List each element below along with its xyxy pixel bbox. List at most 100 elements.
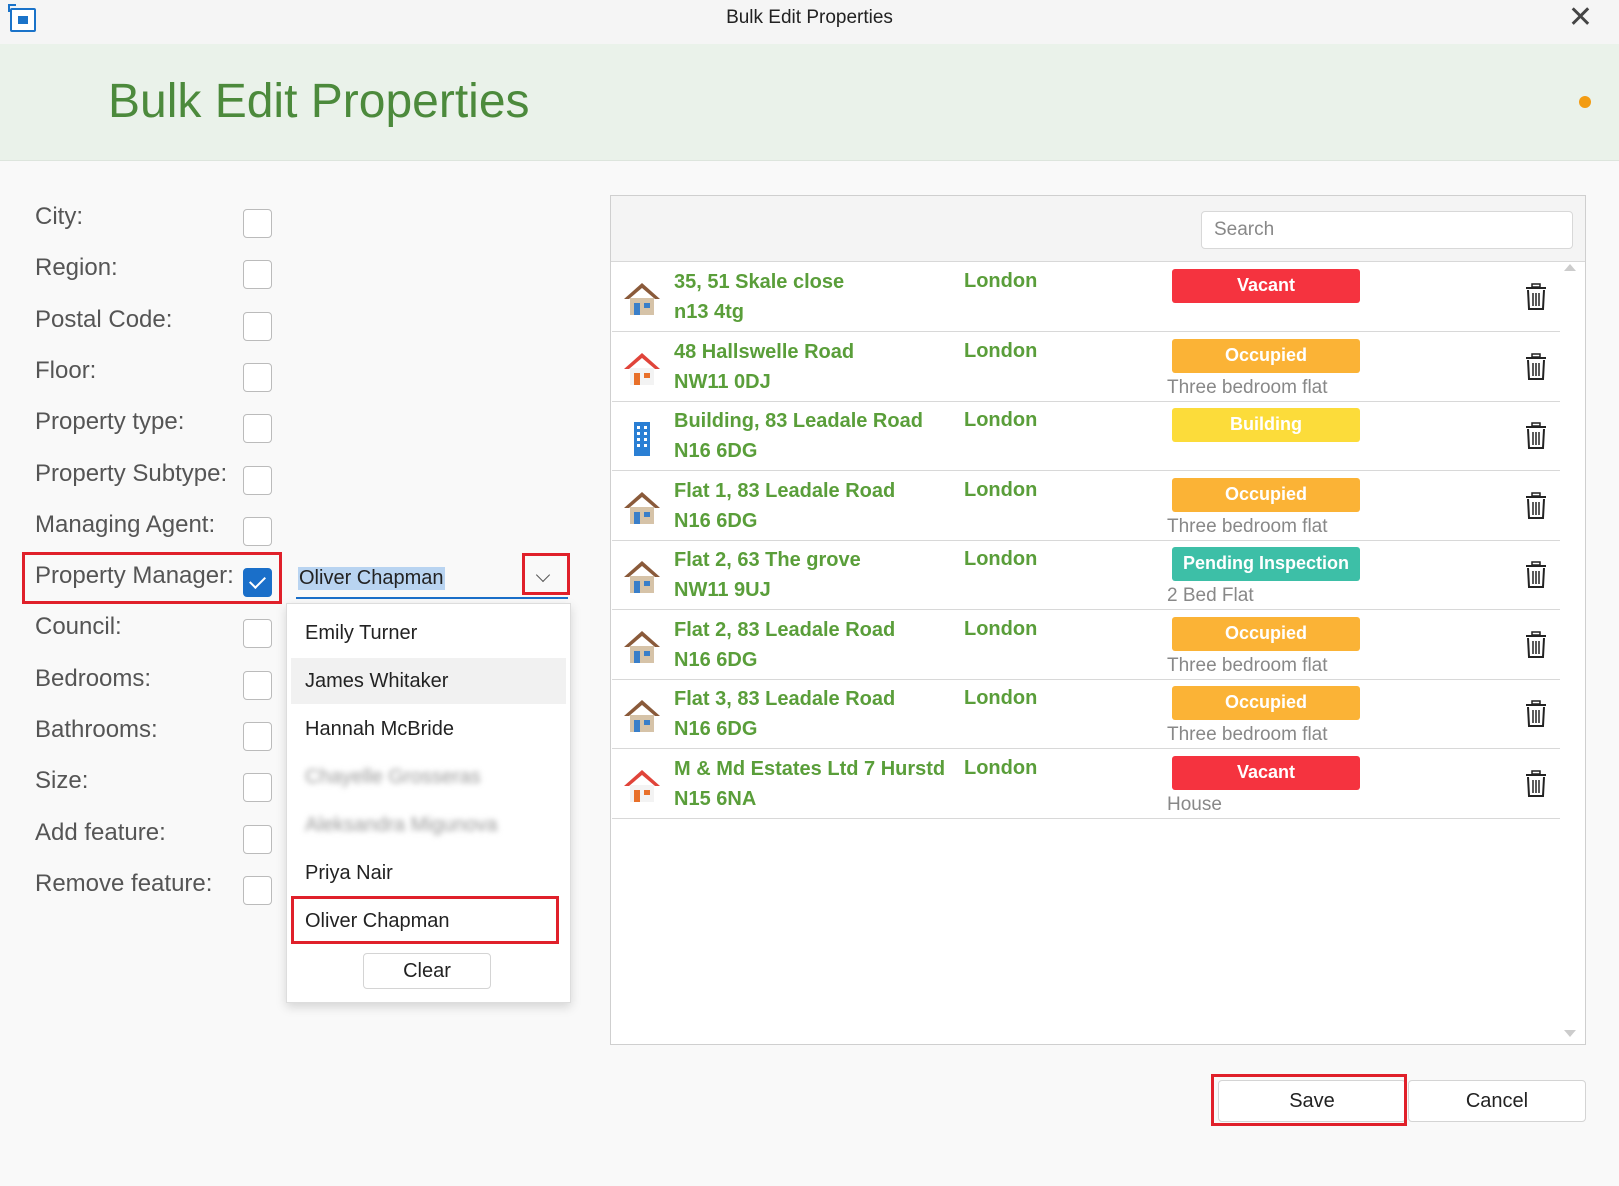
property-manager-value[interactable]: Oliver Chapman	[298, 567, 445, 590]
trash-icon[interactable]	[1524, 700, 1548, 728]
status-badge: Occupied	[1172, 338, 1360, 373]
building-icon	[622, 418, 662, 458]
property-row[interactable]: Building, 83 Leadale Road N16 6DG London Bu…	[612, 402, 1560, 471]
trash-icon[interactable]	[1524, 283, 1548, 311]
property-subtype: Three bedroom flat	[1167, 654, 1328, 676]
search-input[interactable]	[1201, 211, 1573, 249]
trash-icon[interactable]	[1524, 630, 1548, 659]
cancel-button[interactable]: Cancel	[1408, 1080, 1586, 1122]
page-header: Bulk Edit Properties	[0, 44, 1619, 161]
checkbox-managing-agent[interactable]	[243, 516, 272, 546]
property-row[interactable]: 48 Hallswelle Road NW11 0DJ London Occupied…	[612, 333, 1560, 402]
property-row[interactable]: Flat 2, 83 Leadale Road N16 6DG London Occu…	[612, 611, 1560, 680]
close-icon[interactable]: ✕	[1568, 2, 1593, 34]
field-row: Property Subtype:	[35, 460, 285, 500]
checkbox-region[interactable]	[243, 260, 272, 290]
property-row[interactable]: Flat 1, 83 Leadale Road N16 6DG London Occu…	[612, 472, 1560, 541]
property-address: Flat 2, 63 The grove	[674, 549, 861, 571]
property-postcode: N15 6NA	[674, 787, 757, 810]
chevron-down-icon[interactable]	[524, 561, 564, 597]
checkbox-remove-feature[interactable]	[243, 875, 272, 905]
property-city: London	[964, 478, 1038, 501]
property-address: Flat 1, 83 Leadale Road	[674, 479, 896, 502]
checkbox-property-type[interactable]	[243, 414, 272, 444]
property-manager-dropdown: Emily Turner James Whitaker Hannah McBride…	[286, 603, 571, 1003]
property-subtype: 2 Bed Flat	[1167, 585, 1254, 606]
property-postcode: NW11 9UJ	[674, 579, 771, 601]
panel-toolbar	[611, 196, 1585, 262]
status-badge: Vacant	[1172, 755, 1360, 790]
property-address: Flat 3, 83 Leadale Road	[674, 688, 896, 710]
property-address: Flat 2, 83 Leadale Road	[674, 618, 896, 641]
field-label-property-manager: Property Manager:	[35, 562, 234, 590]
scroll-up-icon[interactable]	[1564, 264, 1576, 271]
checkbox-bedrooms[interactable]	[243, 670, 272, 700]
dropdown-option[interactable]: Chayelle Grosseras	[291, 754, 566, 800]
house-red-icon	[622, 349, 662, 389]
scroll-down-icon[interactable]	[1564, 1030, 1576, 1037]
field-label-size: Size:	[35, 767, 89, 795]
field-row: Remove feature:	[35, 870, 285, 910]
checkbox-bathrooms[interactable]	[243, 722, 272, 751]
property-address: M & Md Estates Ltd 7 Hurstd	[674, 757, 946, 780]
house-icon	[622, 279, 662, 319]
checkbox-postal-code[interactable]	[243, 311, 272, 341]
dropdown-option-label: Chayelle Grosseras	[305, 766, 481, 788]
property-address: Building, 83 Leadale Road	[674, 410, 923, 432]
checkbox-size[interactable]	[243, 773, 272, 803]
property-row[interactable]: M & Md Estates Ltd 7 Hurstd N15 6NA London…	[612, 750, 1560, 819]
field-row: Property type:	[35, 408, 285, 448]
field-label-remove-feature: Remove feature:	[35, 869, 213, 897]
property-row[interactable]: 35, 51 Skale close n13 4tg London Vacant	[612, 263, 1560, 332]
property-address: 48 Hallswelle Road	[674, 340, 855, 363]
house-icon	[622, 696, 662, 736]
checkbox-property-subtype[interactable]	[243, 465, 272, 495]
field-row: Region:	[35, 254, 285, 294]
field-label-region: Region:	[35, 254, 118, 282]
field-label-property-subtype: Property Subtype:	[35, 459, 228, 487]
field-label-managing-agent: Managing Agent:	[35, 510, 216, 538]
checkbox-floor[interactable]	[243, 362, 272, 392]
field-label-city: City:	[35, 203, 83, 230]
property-postcode: n13 4tg	[674, 301, 745, 323]
field-label-floor: Floor:	[35, 356, 97, 384]
clear-button[interactable]: Clear	[363, 953, 491, 989]
field-label-bedrooms: Bedrooms:	[35, 664, 152, 692]
property-city: London	[964, 270, 1038, 292]
property-manager-combo[interactable]: Oliver Chapman	[296, 559, 568, 599]
dropdown-option[interactable]: Hannah McBride	[291, 706, 566, 752]
dropdown-option-label: Emily Turner	[305, 622, 418, 644]
dropdown-option[interactable]: Aleksandra Migunova	[291, 802, 566, 848]
trash-icon[interactable]	[1524, 491, 1548, 520]
field-row: Managing Agent:	[35, 511, 285, 551]
dropdown-option-label: James Whitaker	[305, 670, 449, 692]
property-subtype: Three bedroom flat	[1167, 376, 1328, 398]
status-dot-icon	[1579, 96, 1591, 108]
trash-icon[interactable]	[1524, 769, 1548, 798]
dropdown-option[interactable]: Emily Turner	[291, 610, 566, 656]
trash-icon[interactable]	[1524, 422, 1548, 450]
field-label-postal-code: Postal Code:	[35, 305, 173, 333]
dropdown-option[interactable]: Priya Nair	[291, 850, 566, 896]
checkbox-council[interactable]	[243, 619, 272, 649]
status-badge: Pending Inspection	[1172, 547, 1360, 581]
dropdown-option-label: Aleksandra Migunova	[305, 814, 498, 836]
checkbox-add-feature[interactable]	[243, 824, 272, 854]
property-row[interactable]: Flat 2, 63 The grove NW11 9UJ London Pendin…	[612, 541, 1560, 610]
checkbox-city[interactable]	[243, 209, 272, 238]
house-red-icon	[622, 766, 662, 806]
field-row: Property Manager:	[35, 562, 285, 602]
field-row: Council:	[35, 613, 285, 653]
property-postcode: N16 6DG	[674, 648, 758, 671]
trash-icon[interactable]	[1524, 561, 1548, 589]
field-row: Bathrooms:	[35, 716, 285, 756]
property-list-panel: 35, 51 Skale close n13 4tg London Vacant 48 …	[610, 195, 1586, 1045]
dropdown-option[interactable]: James Whitaker	[291, 658, 566, 704]
dropdown-option[interactable]: Oliver Chapman	[291, 898, 566, 944]
property-row[interactable]: Flat 3, 83 Leadale Road N16 6DG London Occu…	[612, 680, 1560, 749]
trash-icon[interactable]	[1524, 352, 1548, 381]
checkbox-property-manager[interactable]	[243, 568, 272, 598]
save-button[interactable]: Save	[1218, 1080, 1406, 1122]
field-label-council: Council:	[35, 613, 122, 641]
property-postcode: N16 6DG	[674, 440, 758, 462]
